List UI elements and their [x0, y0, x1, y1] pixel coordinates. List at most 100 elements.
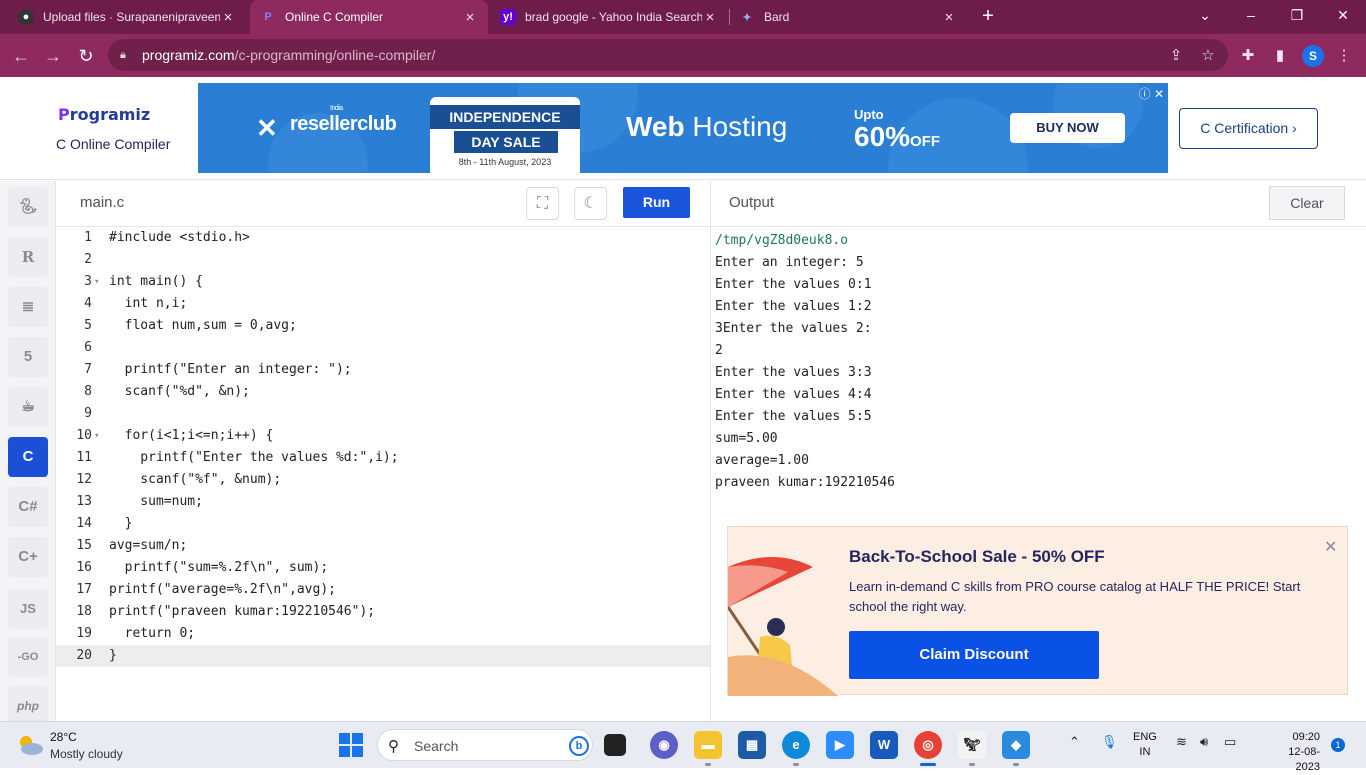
code-line[interactable]: 16 printf("sum=%.2f\n", sum);: [56, 557, 710, 579]
reload-icon[interactable]: ↻: [73, 43, 99, 69]
promo-text: Learn in-demand C skills from PRO course…: [849, 579, 1301, 614]
profile-avatar[interactable]: S: [1302, 45, 1324, 67]
code-line[interactable]: 11 printf("Enter the values %d:",i);: [56, 447, 710, 469]
side-panel-icon[interactable]: ▮: [1270, 46, 1290, 66]
output-line: Enter the values 3:3: [715, 365, 872, 380]
panel-divider[interactable]: [710, 181, 711, 721]
task-view-icon[interactable]: [604, 734, 626, 756]
buy-now-button[interactable]: BUY NOW: [1010, 113, 1125, 143]
code-line[interactable]: 18 printf("praveen kumar:192210546");: [56, 601, 710, 623]
photos-app-icon[interactable]: ◆: [1002, 731, 1030, 766]
code-text: sum=num;: [109, 494, 203, 509]
code-line[interactable]: 13 sum=num;: [56, 491, 710, 513]
java-icon[interactable]: ☕︎: [8, 387, 48, 427]
share-icon[interactable]: ⇪: [1166, 46, 1186, 66]
windows-start-icon[interactable]: [338, 732, 364, 758]
forward-arrow-icon[interactable]: →: [40, 43, 66, 69]
code-editor[interactable]: 1 #include <stdio.h> 2 3 ▾ int main() {4 int …: [56, 227, 710, 721]
ad-banner[interactable]: ✕ India resellerclub INDEPENDENCE DAY SAL…: [198, 83, 1168, 173]
code-text: }: [109, 516, 133, 531]
code-line[interactable]: 2: [56, 249, 710, 271]
python-icon[interactable]: 🐍︎: [8, 187, 48, 227]
code-line[interactable]: 17 printf("average=%.2f\n",avg);: [56, 579, 710, 601]
c-language-icon[interactable]: C: [8, 437, 48, 477]
close-tab-icon[interactable]: ×: [462, 9, 478, 26]
close-tab-icon[interactable]: ×: [941, 9, 957, 26]
bing-icon[interactable]: b: [569, 736, 589, 756]
address-bar[interactable]: 🔒︎ programiz.com/c-programming/online-co…: [108, 39, 1228, 71]
tab-upload-files[interactable]: ● Upload files · Surapanenipraveenk ×: [8, 0, 246, 34]
system-clock[interactable]: 09:20 12-08-2023: [1282, 730, 1320, 775]
c-certification-button[interactable]: C Certification ›: [1179, 108, 1318, 149]
code-line[interactable]: 15 avg=sum/n;: [56, 535, 710, 557]
php-icon[interactable]: php: [8, 686, 48, 726]
wifi-icon[interactable]: ≋: [1176, 734, 1187, 750]
code-line[interactable]: 8 scanf("%d", &n);: [56, 381, 710, 403]
chrome-icon[interactable]: ◎: [914, 731, 942, 766]
restore-button[interactable]: ❐: [1274, 0, 1320, 34]
volume-icon[interactable]: 🔊︎: [1200, 734, 1208, 750]
code-line[interactable]: 3 ▾ int main() {: [56, 271, 710, 293]
fullscreen-icon[interactable]: ⛶: [526, 187, 559, 220]
new-tab-button[interactable]: +: [976, 4, 1000, 28]
bookmark-star-icon[interactable]: ☆: [1198, 46, 1218, 66]
fold-arrow-icon[interactable]: ▾: [94, 425, 99, 447]
word-icon[interactable]: W: [870, 731, 898, 759]
code-line[interactable]: 20}: [56, 645, 710, 667]
clear-button[interactable]: Clear: [1269, 186, 1345, 220]
edge-browser-icon[interactable]: e: [782, 731, 810, 766]
javascript-icon[interactable]: JS: [8, 589, 48, 629]
tab-online-c-compiler[interactable]: P Online C Compiler ×: [250, 0, 488, 34]
microsoft-store-icon[interactable]: ▦: [738, 731, 766, 759]
code-line[interactable]: 4 int n,i;: [56, 293, 710, 315]
ad-headline: Web Hosting: [626, 111, 788, 142]
r-language-icon[interactable]: R: [8, 237, 48, 277]
code-line[interactable]: 6: [56, 337, 710, 359]
tab-yahoo-search[interactable]: y! brad google - Yahoo India Search ×: [490, 0, 728, 34]
sql-database-icon[interactable]: ≣: [8, 287, 48, 327]
game-app-icon[interactable]: 🦖︎: [958, 731, 986, 766]
html5-icon[interactable]: 5: [8, 337, 48, 377]
tab-search-chevron-icon[interactable]: ⌄: [1182, 0, 1228, 34]
editor-filename[interactable]: main.c: [80, 194, 124, 211]
code-line[interactable]: 9: [56, 403, 710, 425]
close-promo-icon[interactable]: ✕: [1324, 537, 1337, 557]
code-line[interactable]: 10 ▾ for(i<1;i<=n;i++) {: [56, 425, 710, 447]
run-button[interactable]: Run: [623, 187, 690, 218]
kebab-menu-icon[interactable]: ⋮: [1334, 46, 1354, 66]
file-explorer-icon[interactable]: ▬: [694, 731, 722, 766]
csharp-icon[interactable]: C#: [8, 487, 48, 527]
code-line[interactable]: 7 printf("Enter an integer: ");: [56, 359, 710, 381]
line-number: 10: [76, 428, 92, 443]
microphone-icon[interactable]: 🎙︎: [1101, 734, 1118, 750]
close-window-button[interactable]: ✕: [1320, 0, 1366, 34]
code-line[interactable]: 1 #include <stdio.h>: [56, 227, 710, 249]
code-line[interactable]: 5 float num,sum = 0,avg;: [56, 315, 710, 337]
close-tab-icon[interactable]: ×: [220, 9, 236, 26]
weather-widget[interactable]: 28°C Mostly cloudy: [16, 728, 136, 764]
output-line: Enter the values 1:2: [715, 299, 872, 314]
ad-choices-close-icon[interactable]: ⓘ ✕: [1139, 85, 1164, 102]
go-icon[interactable]: -GO: [8, 637, 48, 677]
tray-chevron-up-icon[interactable]: ⌃: [1069, 734, 1080, 750]
code-line[interactable]: 19 return 0;: [56, 623, 710, 645]
back-arrow-icon[interactable]: ←: [8, 43, 34, 69]
battery-icon[interactable]: ▭: [1224, 734, 1236, 750]
close-tab-icon[interactable]: ×: [702, 9, 718, 26]
taskbar-search-box[interactable]: ⚲ Search b: [377, 729, 593, 761]
teams-chat-icon[interactable]: ◉: [650, 731, 678, 759]
dark-mode-moon-icon[interactable]: ☾: [574, 187, 607, 220]
cpp-icon[interactable]: C+: [8, 537, 48, 577]
code-line[interactable]: 14 }: [56, 513, 710, 535]
fold-arrow-icon[interactable]: ▾: [94, 271, 99, 293]
minimize-button[interactable]: –: [1228, 0, 1274, 34]
code-line[interactable]: 12 scanf("%f", &num);: [56, 469, 710, 491]
programiz-logo[interactable]: Programiz: [58, 105, 150, 124]
notification-badge[interactable]: 1: [1331, 738, 1345, 752]
zoom-icon[interactable]: ▶: [826, 731, 854, 759]
line-number: 14: [76, 516, 92, 531]
input-language-indicator[interactable]: ENG IN: [1133, 730, 1157, 760]
tab-bard[interactable]: ✦ Bard ×: [729, 0, 967, 34]
extensions-puzzle-icon[interactable]: ✚: [1238, 46, 1258, 66]
claim-discount-button[interactable]: Claim Discount: [849, 631, 1099, 679]
